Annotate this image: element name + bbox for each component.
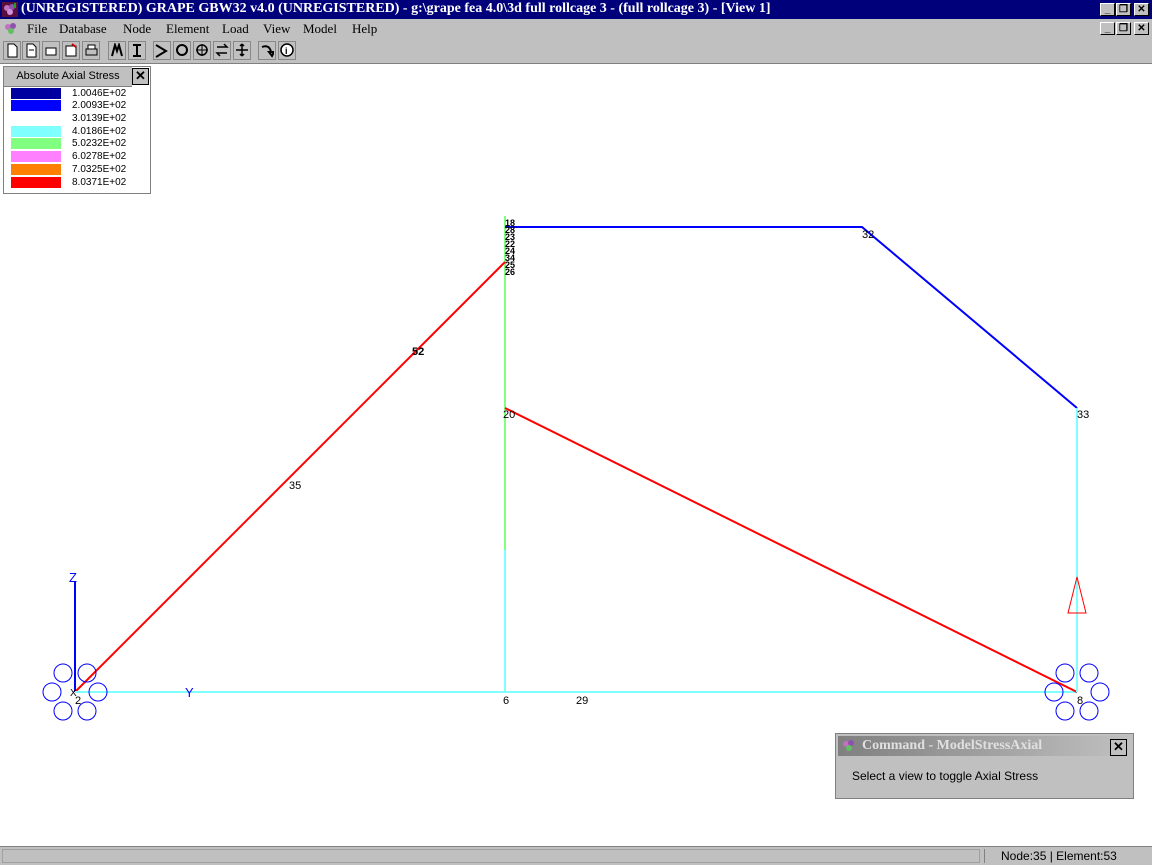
menu-database[interactable]: Database: [59, 21, 107, 37]
y-axis-label: Y: [185, 685, 194, 700]
svg-text:i: i: [285, 46, 288, 56]
info-icon[interactable]: i: [278, 41, 296, 60]
menu-view[interactable]: View: [263, 21, 290, 37]
doc-icon[interactable]: [3, 21, 19, 36]
element-roof[interactable]: [505, 226, 1078, 409]
doc-restore-button[interactable]: ❐: [1116, 22, 1131, 35]
print-icon[interactable]: [82, 41, 100, 60]
menu-element[interactable]: Element: [166, 21, 209, 37]
status-bar: Node:35 | Element:53: [0, 846, 1152, 865]
window-title: (UNREGISTERED) GRAPE GBW32 v4.0 (UNREGIS…: [21, 1, 771, 16]
model-view[interactable]: Z Y X 2 6 8 20 32 33 18 28 23 22 24 34 2…: [0, 64, 1152, 844]
legend-label: 6.0278E+02: [72, 151, 127, 162]
mirror-icon[interactable]: [108, 41, 126, 60]
title-bar: (UNREGISTERED) GRAPE GBW32 v4.0 (UNREGIS…: [0, 0, 1152, 19]
pan-icon[interactable]: [233, 41, 251, 60]
new-file-icon[interactable]: [3, 41, 21, 60]
minimize-button[interactable]: _: [1100, 3, 1115, 16]
menu-model[interactable]: Model: [303, 21, 337, 37]
doc-minimize-button[interactable]: _: [1100, 22, 1115, 35]
command-close-button[interactable]: ✕: [1110, 739, 1127, 756]
copy-icon[interactable]: [42, 41, 60, 60]
toolbar: i: [0, 39, 1152, 64]
legend-swatch: [11, 100, 61, 111]
legend-close-button[interactable]: ✕: [132, 68, 149, 85]
node-label: 6: [503, 695, 509, 707]
stress-legend: Absolute Axial Stress ✕ 1.0046E+02 2.009…: [3, 66, 151, 194]
doc-close-button[interactable]: ✕: [1134, 22, 1149, 35]
arrow-icon[interactable]: [258, 41, 276, 60]
legend-swatch: [11, 138, 61, 149]
menu-bar: File Database Node Element Load View Mod…: [0, 19, 1152, 39]
node-label: 2: [75, 695, 81, 707]
status-text: Node:35 | Element:53: [984, 849, 1150, 863]
menu-help[interactable]: Help: [352, 21, 377, 37]
command-message: Select a view to toggle Axial Stress: [852, 769, 1039, 783]
node-label: 8: [1077, 695, 1083, 707]
swap-icon[interactable]: [213, 41, 231, 60]
element-diagonal-right[interactable]: [504, 407, 1078, 693]
legend-title: Absolute Axial Stress: [4, 67, 132, 87]
section-icon[interactable]: [128, 41, 146, 60]
menu-file[interactable]: File: [27, 21, 47, 37]
command-title-bar[interactable]: Command - ModelStressAxial ✕: [838, 736, 1131, 756]
legend-label: 4.0186E+02: [72, 126, 127, 137]
z-axis-label: Z: [69, 570, 77, 585]
legend-label: 1.0046E+02: [72, 88, 127, 99]
legend-swatch: [11, 88, 61, 99]
rotate-icon[interactable]: [173, 41, 191, 60]
legend-label: 3.0139E+02: [72, 113, 127, 124]
move-icon[interactable]: [153, 41, 171, 60]
command-dialog: Command - ModelStressAxial ✕ Select a vi…: [835, 733, 1134, 799]
element-label: 35: [289, 480, 301, 492]
app-icon: [843, 740, 854, 751]
command-title: Command - ModelStressAxial: [862, 738, 1043, 753]
legend-swatch: [11, 164, 61, 175]
app-icon: [2, 2, 18, 17]
legend-swatch: [11, 151, 61, 162]
save-icon[interactable]: [62, 41, 80, 60]
node-label: 32: [862, 229, 874, 241]
legend-swatch: [11, 126, 61, 137]
legend-label: 7.0325E+02: [72, 164, 127, 175]
legend-swatch: [11, 113, 61, 124]
legend-label: 2.0093E+02: [72, 100, 127, 111]
menu-load[interactable]: Load: [222, 21, 249, 37]
element-label: 52: [412, 346, 424, 358]
status-panel-main: [2, 849, 980, 863]
target-icon[interactable]: [193, 41, 211, 60]
legend-swatch: [11, 177, 61, 188]
node-label: 26: [505, 267, 515, 277]
element-label: 29: [576, 695, 588, 707]
node-label: 33: [1077, 409, 1089, 421]
menu-node[interactable]: Node: [123, 21, 151, 37]
open-file-icon[interactable]: [22, 41, 40, 60]
legend-label: 5.0232E+02: [72, 138, 127, 149]
restore-button[interactable]: ❐: [1116, 3, 1131, 16]
element-diagonal-left[interactable]: [74, 261, 506, 693]
legend-label: 8.0371E+02: [72, 177, 127, 188]
close-button[interactable]: ✕: [1134, 3, 1149, 16]
node-label: 20: [503, 409, 515, 421]
